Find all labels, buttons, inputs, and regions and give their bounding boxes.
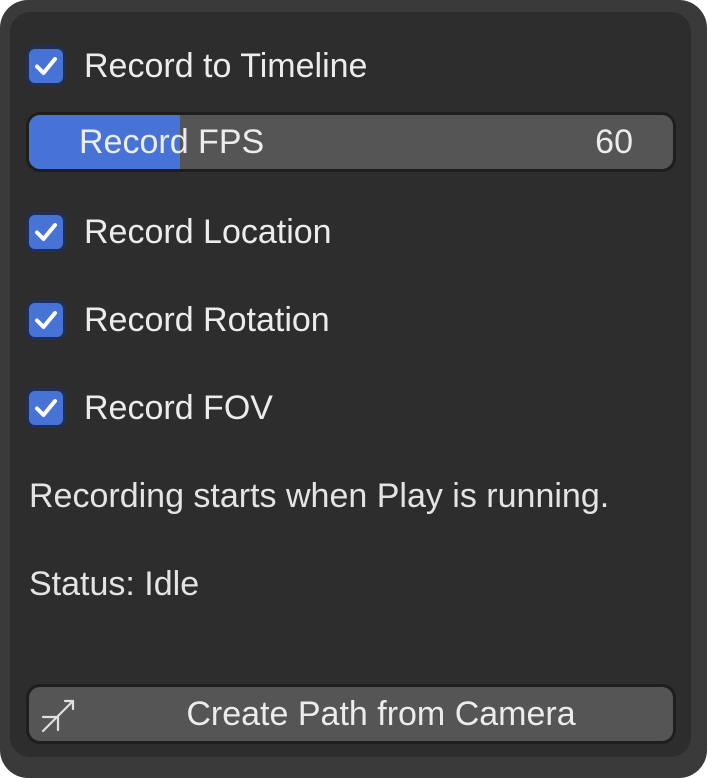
record-fov-row[interactable]: Record FOV bbox=[26, 384, 273, 432]
record-location-checkbox[interactable] bbox=[26, 212, 66, 252]
record-to-timeline-checkbox[interactable] bbox=[26, 46, 66, 86]
record-rotation-label: Record Rotation bbox=[84, 301, 330, 339]
checkmark-icon bbox=[35, 57, 57, 75]
record-location-row[interactable]: Record Location bbox=[26, 208, 332, 256]
record-fov-checkbox[interactable] bbox=[26, 388, 66, 428]
create-path-from-camera-label: Create Path from Camera bbox=[186, 695, 576, 733]
create-path-from-camera-button[interactable]: Create Path from Camera bbox=[26, 684, 676, 744]
record-fps-slider[interactable]: Record FPS 60 bbox=[26, 112, 676, 172]
record-fps-value: 60 bbox=[595, 123, 633, 161]
record-rotation-checkbox[interactable] bbox=[26, 300, 66, 340]
record-to-timeline-row[interactable]: Record to Timeline bbox=[26, 42, 367, 90]
checkmark-icon bbox=[35, 223, 57, 241]
record-rotation-row[interactable]: Record Rotation bbox=[26, 296, 330, 344]
checkmark-icon bbox=[35, 399, 57, 417]
record-to-timeline-label: Record to Timeline bbox=[84, 47, 368, 85]
recording-panel: Record to Timeline Record FPS 60 Record … bbox=[10, 12, 691, 757]
checkmark-icon bbox=[35, 311, 57, 329]
panel-frame: Record to Timeline Record FPS 60 Record … bbox=[0, 0, 707, 778]
record-location-label: Record Location bbox=[84, 213, 332, 251]
record-fps-label: Record FPS bbox=[79, 123, 265, 161]
status-text: Status: Idle bbox=[29, 565, 200, 603]
record-fov-label: Record FOV bbox=[84, 389, 273, 427]
recording-hint-text: Recording starts when Play is running. bbox=[29, 477, 610, 515]
